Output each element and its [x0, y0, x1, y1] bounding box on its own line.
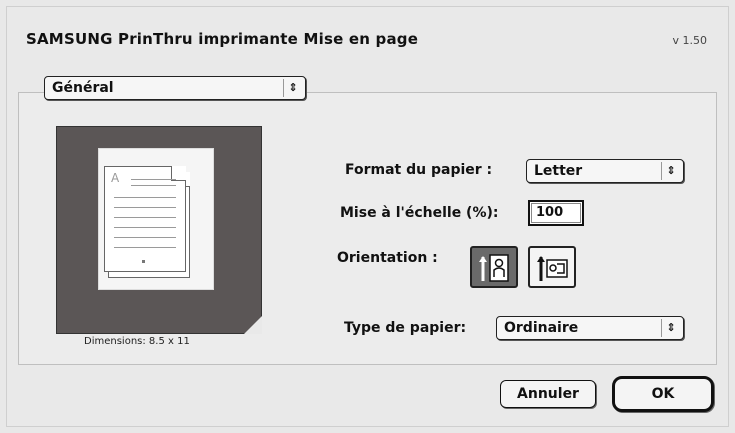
updown-arrows-icon: ⇕: [283, 79, 302, 97]
paper-type-value: Ordinaire: [504, 320, 579, 336]
landscape-button[interactable]: [528, 246, 576, 288]
page-curl-corner: [244, 316, 262, 334]
paper-format-label: Format du papier :: [345, 162, 493, 178]
paper-format-value: Letter: [534, 163, 583, 179]
paper-type-select[interactable]: Ordinaire ⇕: [496, 316, 684, 340]
portrait-icon: [479, 254, 509, 282]
orientation-label: Orientation :: [337, 250, 438, 266]
version-label: v 1.50: [672, 34, 708, 47]
scale-label: Mise à l'échelle (%):: [340, 205, 499, 221]
updown-arrows-icon: ⇕: [661, 319, 680, 337]
landscape-icon: [537, 256, 568, 281]
dialog-title: SAMSUNG PrinThru imprimante Mise en page: [26, 30, 419, 48]
page-letter: A: [111, 171, 120, 185]
page-front-icon: A: [104, 166, 186, 272]
ok-button[interactable]: OK: [612, 376, 714, 412]
portrait-button[interactable]: [470, 246, 518, 288]
scale-input[interactable]: 100: [528, 200, 584, 226]
paper-format-select[interactable]: Letter ⇕: [526, 159, 684, 183]
cancel-button[interactable]: Annuler: [500, 380, 596, 408]
panel-select[interactable]: Général ⇕: [44, 76, 306, 100]
page-dimensions: Dimensions: 8.5 x 11: [84, 336, 190, 347]
updown-arrows-icon: ⇕: [661, 162, 680, 180]
panel-select-value: Général: [52, 80, 114, 96]
paper-type-label: Type de papier:: [344, 320, 467, 336]
